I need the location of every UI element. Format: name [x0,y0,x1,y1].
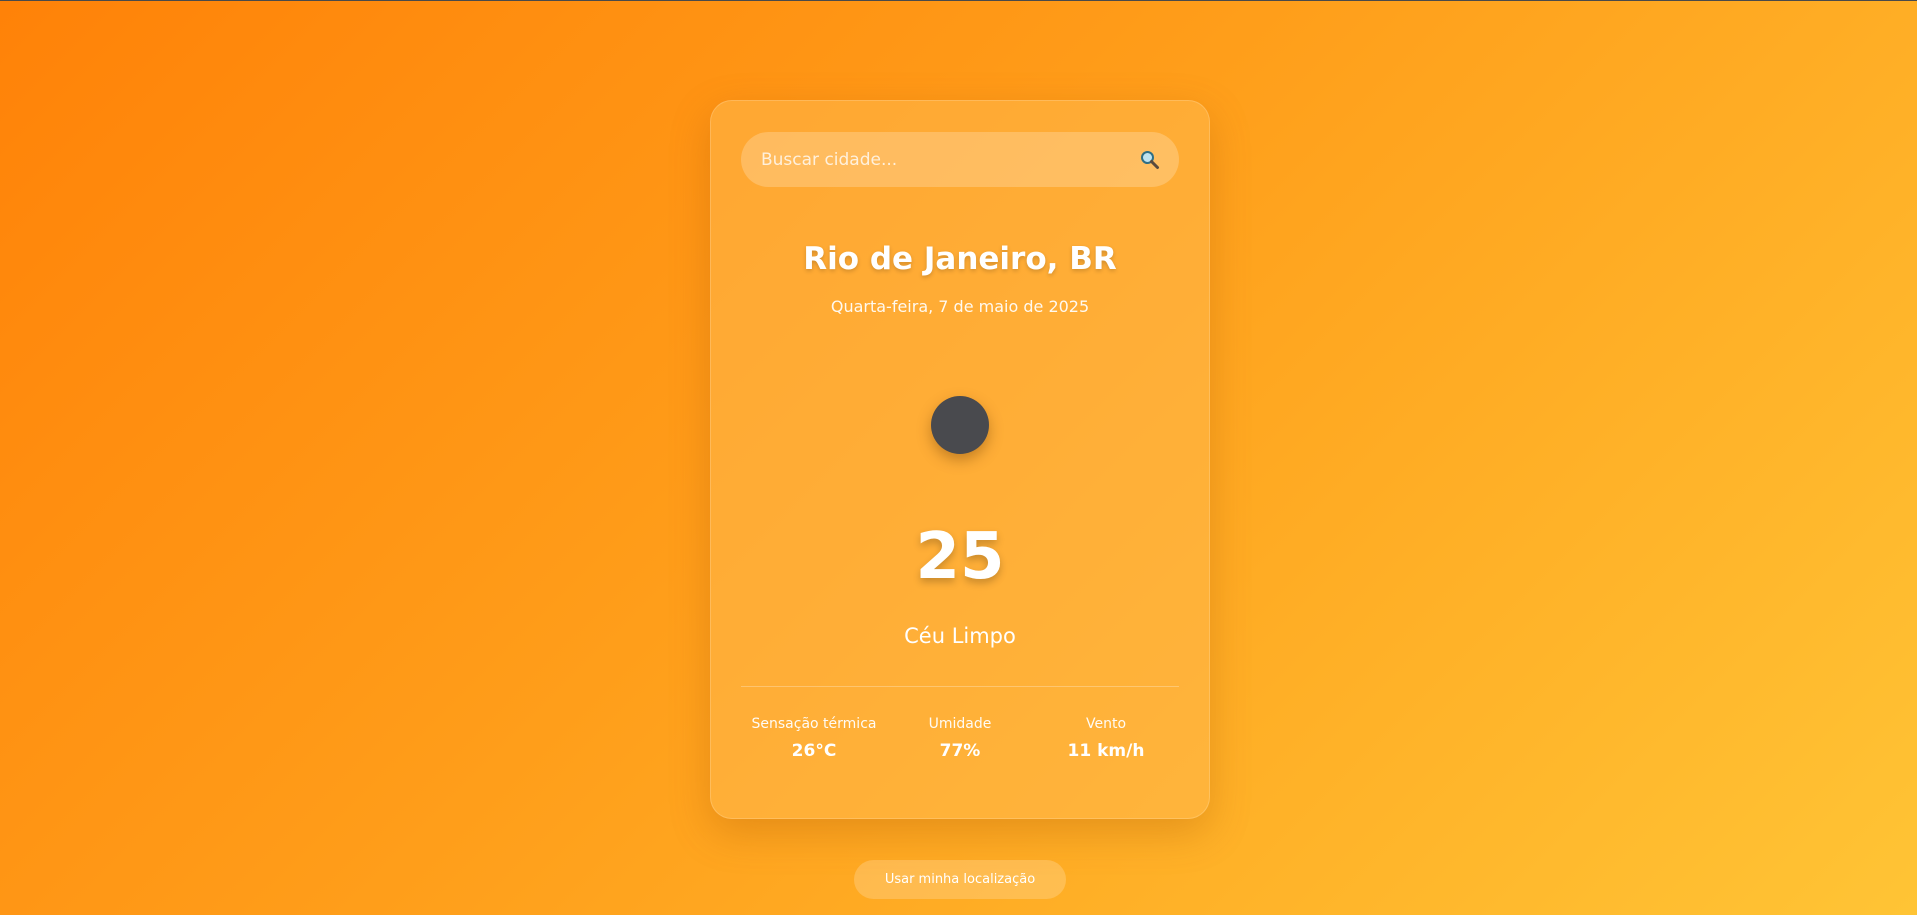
divider [741,686,1179,687]
detail-label: Vento [1085,716,1127,732]
weather-card: Rio de Janeiro, BR Quarta-feira, 7 de ma… [710,100,1210,819]
detail-value: 11 km/h [1067,741,1145,761]
use-location-button[interactable]: Usar minha localização [854,860,1066,899]
weather-details: Sensação térmica 26°C Umidade 77% Vento … [741,716,1179,761]
search-input[interactable] [741,132,1179,187]
search-icon[interactable] [1139,149,1161,171]
search-bar [741,132,1179,187]
detail-feels-like: Sensação térmica 26°C [741,716,887,761]
detail-value: 77% [939,741,981,761]
detail-humidity: Umidade 77% [887,716,1033,761]
top-border-line [0,0,1917,1]
detail-label: Sensação térmica [751,716,877,732]
detail-wind: Vento 11 km/h [1033,716,1179,761]
current-date: Quarta-feira, 7 de maio de 2025 [830,297,1090,316]
detail-value: 26°C [791,741,837,761]
temperature-value: 25 [915,520,1005,594]
weather-description: Céu Limpo [904,624,1016,648]
city-name: Rio de Janeiro, BR [803,241,1117,277]
detail-label: Umidade [928,716,992,732]
weather-icon [931,396,989,454]
